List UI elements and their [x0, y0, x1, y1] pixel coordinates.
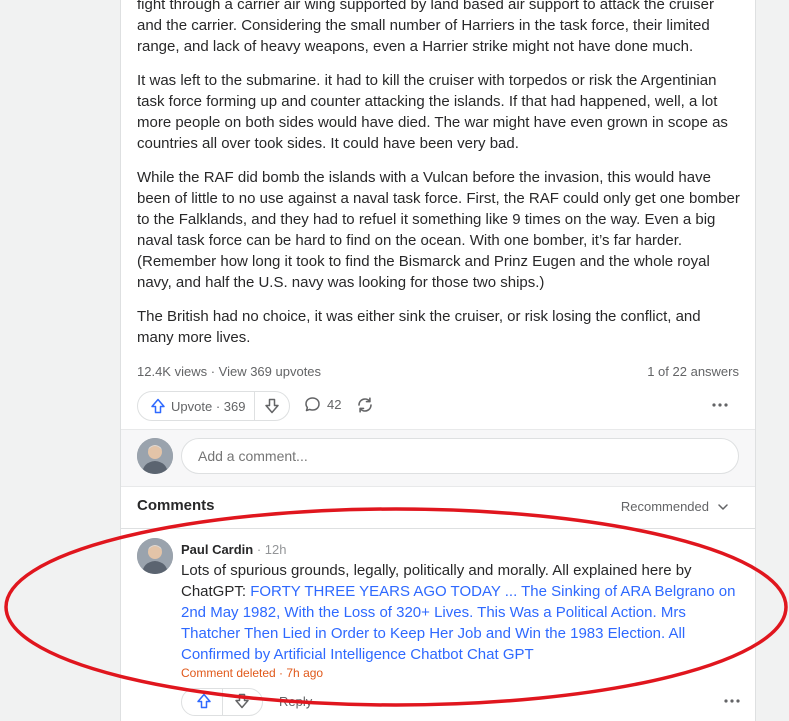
comment-actions: Reply [181, 688, 741, 716]
comment-vote-group [181, 688, 263, 716]
downvote-arrow-icon [265, 398, 280, 414]
upvote-count: 369 [223, 398, 246, 414]
answer-paragraph: The British had no choice, it was either… [137, 308, 701, 346]
share-button[interactable] [356, 396, 374, 419]
chevron-down-icon [718, 503, 728, 510]
comment-bubble-icon [305, 397, 320, 412]
upvote-arrow-icon[interactable] [196, 693, 212, 709]
comment-count: 42 [327, 397, 342, 412]
upvote-arrow-icon [151, 398, 165, 414]
comment-body: Lots of spurious grounds, legally, polit… [181, 560, 741, 665]
add-comment-input[interactable] [181, 438, 739, 474]
sort-label: Recommended [620, 499, 709, 514]
answer-meta: 12.4K views · View 369 upvotes 1 of 22 a… [137, 364, 739, 382]
upvote-button[interactable]: Upvote · 369 [138, 392, 256, 420]
reply-button[interactable]: Reply [279, 694, 312, 709]
answer-card: fight through a carrier air wing support… [120, 0, 756, 721]
commenter-avatar[interactable] [137, 538, 173, 574]
more-dots-icon [712, 403, 728, 407]
answer-position: 1 of 22 answers [647, 364, 739, 379]
comments-button[interactable]: 42 [304, 396, 341, 413]
current-user-avatar [137, 438, 173, 474]
share-reshare-icon [358, 397, 372, 413]
more-dots-icon [724, 699, 740, 703]
answer-more-button[interactable] [711, 396, 729, 419]
answer-paragraph: While the RAF did bomb the islands with … [137, 169, 740, 291]
user-avatar [137, 538, 173, 574]
vote-group: Upvote · 369 [137, 391, 291, 421]
comment-link[interactable]: FORTY THREE YEARS AGO TODAY ... The Sink… [181, 583, 735, 663]
downvote-arrow-icon[interactable] [234, 693, 250, 709]
upvote-label: Upvote [171, 398, 213, 414]
comments-header: Comments Recommended [137, 497, 739, 517]
answer-paragraph: fight through a carrier air wing support… [137, 0, 714, 55]
comments-divider [121, 528, 755, 529]
add-comment-bar [121, 429, 755, 487]
views-upvotes-link[interactable]: 12.4K views · View 369 upvotes [137, 364, 321, 379]
comment-author-line: Paul Cardin · 12h [181, 542, 287, 557]
comments-title: Comments [137, 497, 215, 514]
comments-sort-dropdown[interactable]: Recommended [621, 499, 729, 514]
downvote-button[interactable] [255, 392, 289, 420]
answer-actions: Upvote · 369 42 [137, 391, 739, 421]
user-avatar [137, 438, 173, 474]
comment-deleted-status: Comment deleted · 7h ago [181, 666, 324, 680]
comment-more-button[interactable] [723, 692, 741, 715]
comment-author-name[interactable]: Paul Cardin [181, 542, 253, 557]
comment-time: · 12h [253, 542, 287, 557]
answer-paragraph: It was left to the submarine. it had to … [137, 72, 728, 152]
answer-body: fight through a carrier air wing support… [137, 0, 741, 361]
